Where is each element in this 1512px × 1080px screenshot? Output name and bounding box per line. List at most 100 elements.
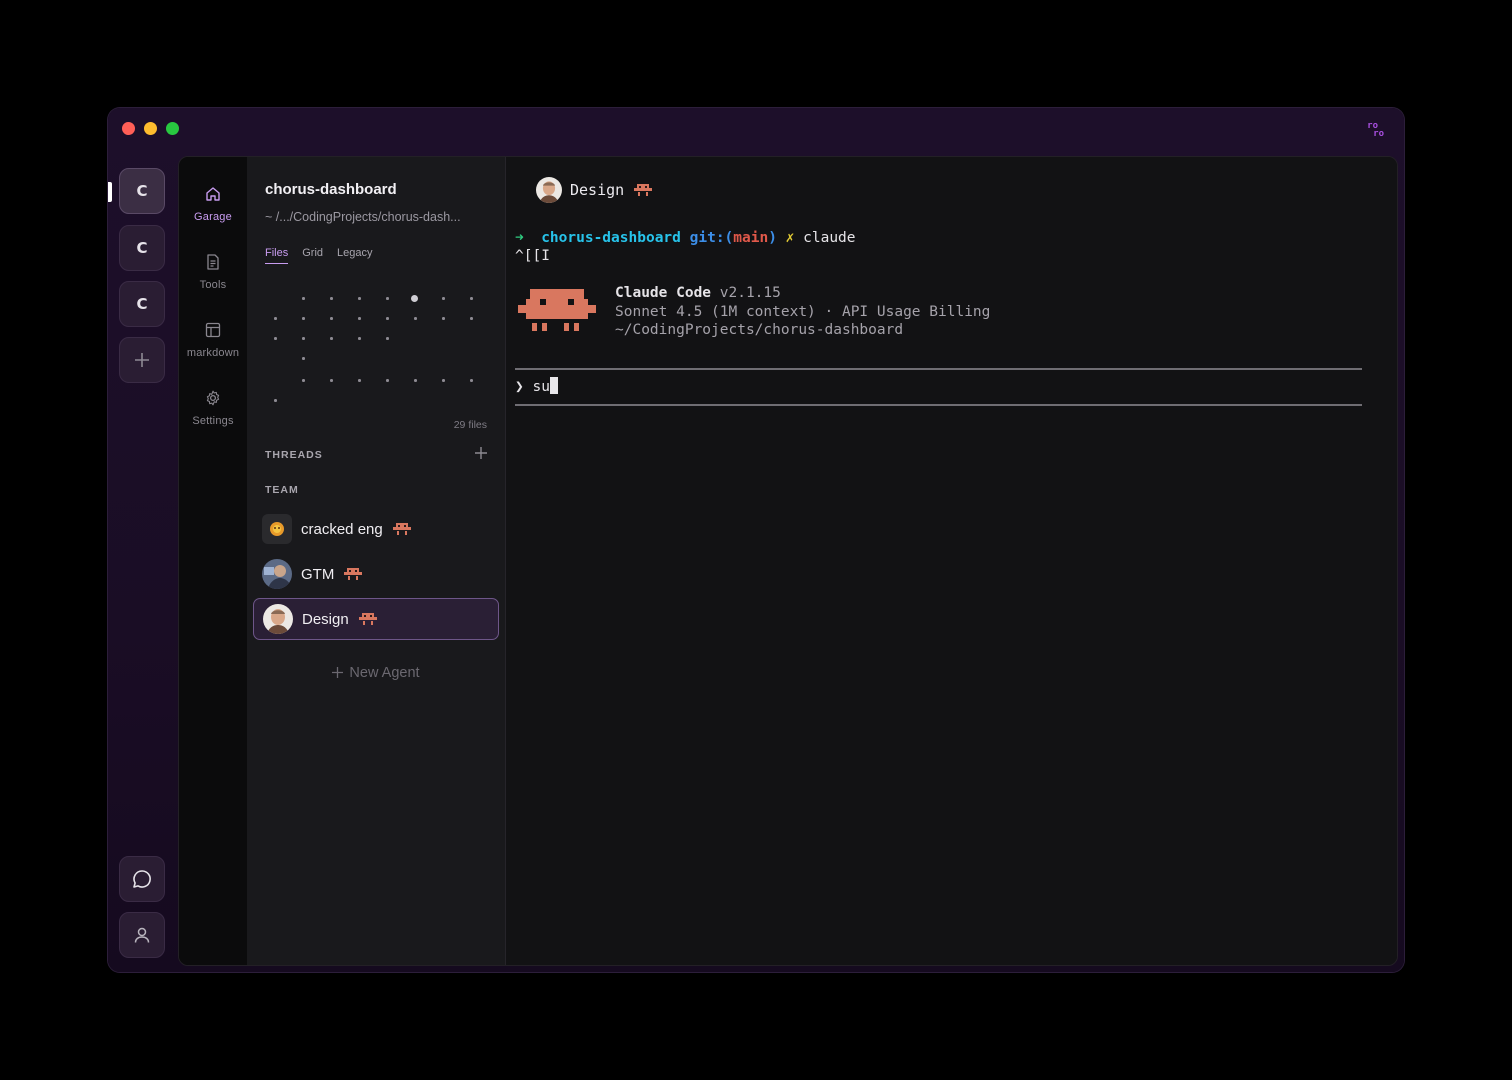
file-dot[interactable] [274, 317, 277, 320]
terminal-pane[interactable]: Design ➜ chorus-dashboard git:(main) ✗ c… [506, 157, 1397, 965]
file-dot[interactable] [358, 379, 361, 382]
file-dot[interactable] [274, 337, 277, 340]
file-dot[interactable] [414, 317, 417, 320]
brand-logo: ro ro [1367, 122, 1384, 139]
nav-label: Settings [192, 415, 234, 427]
file-dot[interactable] [274, 399, 277, 402]
agent-name: GTM [301, 565, 335, 583]
project-path: ~ /.../CodingProjects/chorus-dash... [265, 210, 461, 224]
agent-avatar [263, 604, 293, 634]
file-dot[interactable] [442, 379, 445, 382]
claude-bot-icon [358, 613, 377, 625]
file-dot[interactable] [470, 317, 473, 320]
workspace-rail: C C C [108, 156, 178, 972]
layout-icon [205, 322, 221, 338]
chat-bubble-icon [133, 870, 151, 888]
input-top-divider [515, 368, 1362, 370]
file-dot[interactable] [302, 357, 305, 360]
file-dot[interactable] [302, 297, 305, 300]
file-dot[interactable] [442, 297, 445, 300]
workspace-button-1[interactable]: C [119, 168, 165, 214]
app-info-line: Claude Code v2.1.15 [615, 285, 781, 301]
file-dot[interactable] [330, 297, 333, 300]
agent-item-design[interactable]: Design [253, 598, 499, 640]
profile-button[interactable] [119, 912, 165, 958]
file-view-tabs: Files Grid Legacy [265, 247, 373, 264]
new-agent-label: New Agent [349, 665, 420, 681]
document-icon [207, 254, 219, 270]
agent-name: Design [302, 610, 349, 628]
user-icon [134, 927, 150, 943]
new-agent-button[interactable]: New Agent [247, 665, 505, 681]
agent-item-gtm[interactable]: GTM [253, 553, 499, 595]
nav-label: Garage [194, 211, 232, 223]
tab-files[interactable]: Files [265, 247, 289, 264]
add-thread-button[interactable] [475, 443, 487, 464]
file-dot[interactable] [358, 317, 361, 320]
project-title: chorus-dashboard [265, 181, 397, 198]
close-window-button[interactable] [122, 122, 135, 135]
minimize-window-button[interactable] [144, 122, 157, 135]
agent-item-cracked-eng[interactable]: cracked eng [253, 508, 499, 550]
shell-prompt-line: ➜ chorus-dashboard git:(main) ✗ claude [515, 230, 856, 246]
app-version: v2.1.15 [719, 285, 781, 301]
workspace-button-3[interactable]: C [119, 281, 165, 327]
nav-item-garage[interactable]: Garage [179, 185, 247, 223]
app-name: Claude Code [615, 285, 712, 301]
tab-grid[interactable]: Grid [302, 247, 323, 264]
nav-item-markdown[interactable]: markdown [179, 321, 247, 359]
claude-bot-icon [392, 523, 411, 535]
file-dot-grid[interactable] [265, 287, 485, 407]
chat-button[interactable] [119, 856, 165, 902]
workspace-button-2[interactable]: C [119, 225, 165, 271]
brand-logo-line2: ro [1373, 129, 1384, 139]
agent-avatar [536, 177, 562, 203]
input-bottom-divider [515, 404, 1362, 406]
nav-item-settings[interactable]: Settings [179, 389, 247, 427]
plus-icon [332, 667, 344, 678]
git-branch: main [733, 230, 769, 246]
agent-avatar [262, 514, 292, 544]
file-dot[interactable] [470, 379, 473, 382]
workspace-label: C [136, 295, 148, 313]
nav-item-tools[interactable]: Tools [179, 253, 247, 291]
file-dot[interactable] [470, 297, 473, 300]
file-dot[interactable] [358, 337, 361, 340]
git-suffix: ) [768, 230, 777, 246]
home-icon [206, 187, 220, 201]
prompt-input-line[interactable]: ❯ su [515, 377, 558, 395]
file-dot[interactable] [442, 317, 445, 320]
file-dot[interactable] [302, 379, 305, 382]
file-dot[interactable] [302, 337, 305, 340]
file-dot[interactable] [386, 297, 389, 300]
agent-avatar [262, 559, 292, 589]
file-dot[interactable] [302, 317, 305, 320]
file-dot[interactable] [358, 297, 361, 300]
team-heading: TEAM [265, 484, 299, 496]
file-dot[interactable] [414, 379, 417, 382]
tab-legacy[interactable]: Legacy [337, 247, 372, 264]
file-dot-highlighted[interactable] [411, 295, 418, 302]
file-dot[interactable] [386, 317, 389, 320]
files-count: 29 files [453, 419, 487, 431]
model-info-line: Sonnet 4.5 (1M context) · API Usage Bill… [615, 304, 991, 320]
git-prefix: git:( [689, 230, 734, 246]
input-prompt-marker: ❯ [515, 379, 524, 395]
app-window: ro ro C C C Garage Tools markdown Settin… [108, 108, 1404, 972]
file-dot[interactable] [330, 379, 333, 382]
terminal-title: Design [570, 181, 625, 199]
escape-sequence-line: ^[[I [515, 248, 550, 264]
file-dot[interactable] [330, 337, 333, 340]
gear-icon [206, 390, 220, 406]
plus-icon [475, 447, 487, 459]
maximize-window-button[interactable] [166, 122, 179, 135]
add-workspace-button[interactable] [119, 337, 165, 383]
cwd-line: ~/CodingProjects/chorus-dashboard [615, 322, 904, 338]
file-dot[interactable] [330, 317, 333, 320]
file-dot[interactable] [386, 337, 389, 340]
primary-nav: Garage Tools markdown Settings [179, 157, 247, 965]
prompt-input[interactable]: su [532, 379, 549, 395]
text-cursor [549, 377, 558, 394]
file-dot[interactable] [386, 379, 389, 382]
nav-label: Tools [199, 279, 227, 291]
